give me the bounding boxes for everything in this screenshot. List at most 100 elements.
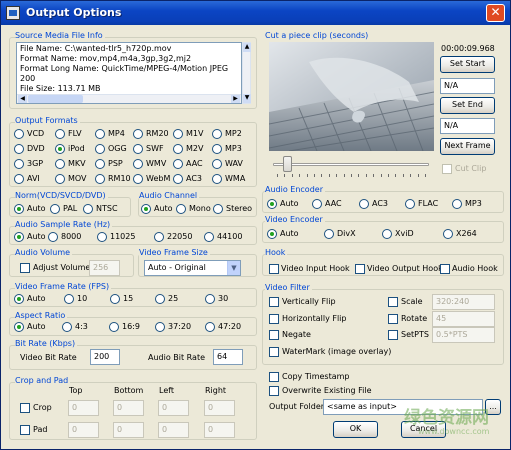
format-radio-mp4[interactable] — [95, 129, 105, 139]
watermark-checkbox[interactable] — [269, 347, 279, 357]
volume-input[interactable]: 256 — [89, 260, 120, 276]
video-encoder-radio-x264[interactable] — [443, 229, 453, 239]
format-radio-ogg[interactable] — [95, 144, 105, 154]
clip-position-slider[interactable] — [273, 156, 429, 174]
set-start-button[interactable]: Set Start — [440, 56, 495, 73]
output-folder-input[interactable]: <same as input> — [323, 399, 483, 415]
hook-checkbox[interactable] — [269, 264, 279, 274]
format-radio-swf[interactable] — [133, 144, 143, 154]
format-radio-mkv[interactable] — [55, 159, 65, 169]
crop-right-input[interactable]: 0 — [204, 400, 235, 416]
adjust-volume-checkbox[interactable] — [20, 263, 30, 273]
aspect-radio-43[interactable] — [62, 322, 72, 332]
sample-rate-radio-auto[interactable] — [14, 232, 24, 242]
format-radio-psp[interactable] — [95, 159, 105, 169]
next-frame-button[interactable]: Next Frame — [440, 138, 495, 155]
audio-encoder-radio-auto[interactable] — [267, 199, 277, 209]
aspect-radio-169[interactable] — [109, 322, 119, 332]
format-radio-wmv[interactable] — [133, 159, 143, 169]
format-radio-mp2[interactable] — [212, 129, 222, 139]
format-radio-m1v[interactable] — [173, 129, 183, 139]
hook-checkbox[interactable] — [355, 264, 365, 274]
sample-rate-radio-22050[interactable] — [154, 232, 164, 242]
video-bitrate-input[interactable]: 200 — [90, 349, 120, 365]
video-encoder-radio-auto[interactable] — [267, 229, 277, 239]
audio-encoder-radio-mp3[interactable] — [452, 199, 462, 209]
crop-bottom-input[interactable]: 0 — [113, 400, 144, 416]
frame-rate-radio-15[interactable] — [110, 294, 120, 304]
sample-rate-radio-8000[interactable] — [48, 232, 58, 242]
norm-radio-pal[interactable] — [50, 204, 60, 214]
frame-rate-radio-10[interactable] — [64, 294, 74, 304]
setpts-checkbox[interactable] — [388, 330, 398, 340]
aspect-radio-4720[interactable] — [205, 322, 215, 332]
audio-encoder-radio-flac[interactable] — [405, 199, 415, 209]
scale-input[interactable]: 320:240 — [432, 294, 495, 310]
format-radio-mp3[interactable] — [212, 144, 222, 154]
format-radio-mov[interactable] — [55, 174, 65, 184]
ok-button[interactable]: OK — [333, 421, 378, 438]
crop-checkbox[interactable] — [20, 403, 30, 413]
format-radio-3gp[interactable] — [14, 159, 24, 169]
source-info-box[interactable]: File Name: C:\wanted-tlr5_h720p.mov Forma… — [16, 42, 242, 104]
format-radio-avi[interactable] — [14, 174, 24, 184]
format-radio-webm[interactable] — [133, 174, 143, 184]
pad-checkbox[interactable] — [20, 425, 30, 435]
pad-top-input[interactable]: 0 — [68, 422, 99, 438]
format-radio-wav[interactable] — [212, 159, 222, 169]
start-value-field[interactable]: N/A — [440, 78, 495, 94]
channel-radio-mono[interactable] — [176, 204, 186, 214]
hflip-checkbox[interactable] — [269, 314, 279, 324]
negate-checkbox[interactable] — [269, 330, 279, 340]
hook-checkbox[interactable] — [440, 264, 450, 274]
slider-thumb[interactable] — [283, 156, 292, 172]
pad-right-input[interactable]: 0 — [204, 422, 235, 438]
video-encoder-radio-xvid[interactable] — [382, 229, 392, 239]
frame-rate-radio-25[interactable] — [155, 294, 165, 304]
chevron-down-icon[interactable]: ▼ — [227, 261, 240, 275]
rotate-input[interactable]: 45 — [432, 311, 495, 327]
vertical-scrollbar[interactable]: ▲ ▼ — [242, 42, 251, 104]
pad-bottom-input[interactable]: 0 — [113, 422, 144, 438]
rotate-checkbox[interactable] — [388, 314, 398, 324]
pad-left-input[interactable]: 0 — [158, 422, 189, 438]
horizontal-scrollbar[interactable]: ◀ ▶ — [17, 94, 241, 103]
aspect-radio-auto[interactable] — [14, 322, 24, 332]
setpts-input[interactable]: 0.5*PTS — [432, 327, 495, 343]
vflip-checkbox[interactable] — [269, 297, 279, 307]
crop-left-input[interactable]: 0 — [158, 400, 189, 416]
norm-radio-ntsc[interactable] — [83, 204, 93, 214]
audio-encoder-radio-ac3[interactable] — [359, 199, 369, 209]
format-radio-m2v[interactable] — [173, 144, 183, 154]
format-radio-rm10[interactable] — [95, 174, 105, 184]
format-radio-dvd[interactable] — [14, 144, 24, 154]
frame-size-select[interactable]: Auto - Original ▼ — [144, 260, 241, 276]
sample-rate-radio-44100[interactable] — [204, 232, 214, 242]
set-end-button[interactable]: Set End — [440, 97, 495, 114]
audio-bitrate-input[interactable]: 64 — [213, 349, 243, 365]
format-radio-aac[interactable] — [173, 159, 183, 169]
frame-rate-radio-30[interactable] — [205, 294, 215, 304]
video-encoder-radio-divx[interactable] — [324, 229, 334, 239]
channel-radio-auto[interactable] — [141, 204, 151, 214]
format-radio-ipod[interactable] — [55, 144, 65, 154]
end-value-field[interactable]: N/A — [440, 118, 495, 134]
scale-checkbox[interactable] — [388, 297, 398, 307]
cut-clip-checkbox[interactable] — [442, 164, 452, 174]
audio-encoder-radio-aac[interactable] — [312, 199, 322, 209]
norm-radio-auto[interactable] — [14, 204, 24, 214]
sample-rate-radio-11025[interactable] — [97, 232, 107, 242]
close-button[interactable]: ✕ — [486, 4, 505, 22]
frame-rate-radio-auto[interactable] — [14, 294, 24, 304]
format-radio-rm20[interactable] — [133, 129, 143, 139]
cancel-button[interactable]: Cancel — [401, 421, 446, 438]
browse-folder-button[interactable]: ... — [485, 399, 501, 415]
format-radio-ac3[interactable] — [173, 174, 183, 184]
title-bar[interactable]: Output Options ✕ — [1, 1, 510, 25]
aspect-radio-3720[interactable] — [155, 322, 165, 332]
format-radio-flv[interactable] — [55, 129, 65, 139]
overwrite-checkbox[interactable] — [269, 386, 279, 396]
format-radio-vcd[interactable] — [14, 129, 24, 139]
copy-timestamp-checkbox[interactable] — [269, 372, 279, 382]
channel-radio-stereo[interactable] — [213, 204, 223, 214]
